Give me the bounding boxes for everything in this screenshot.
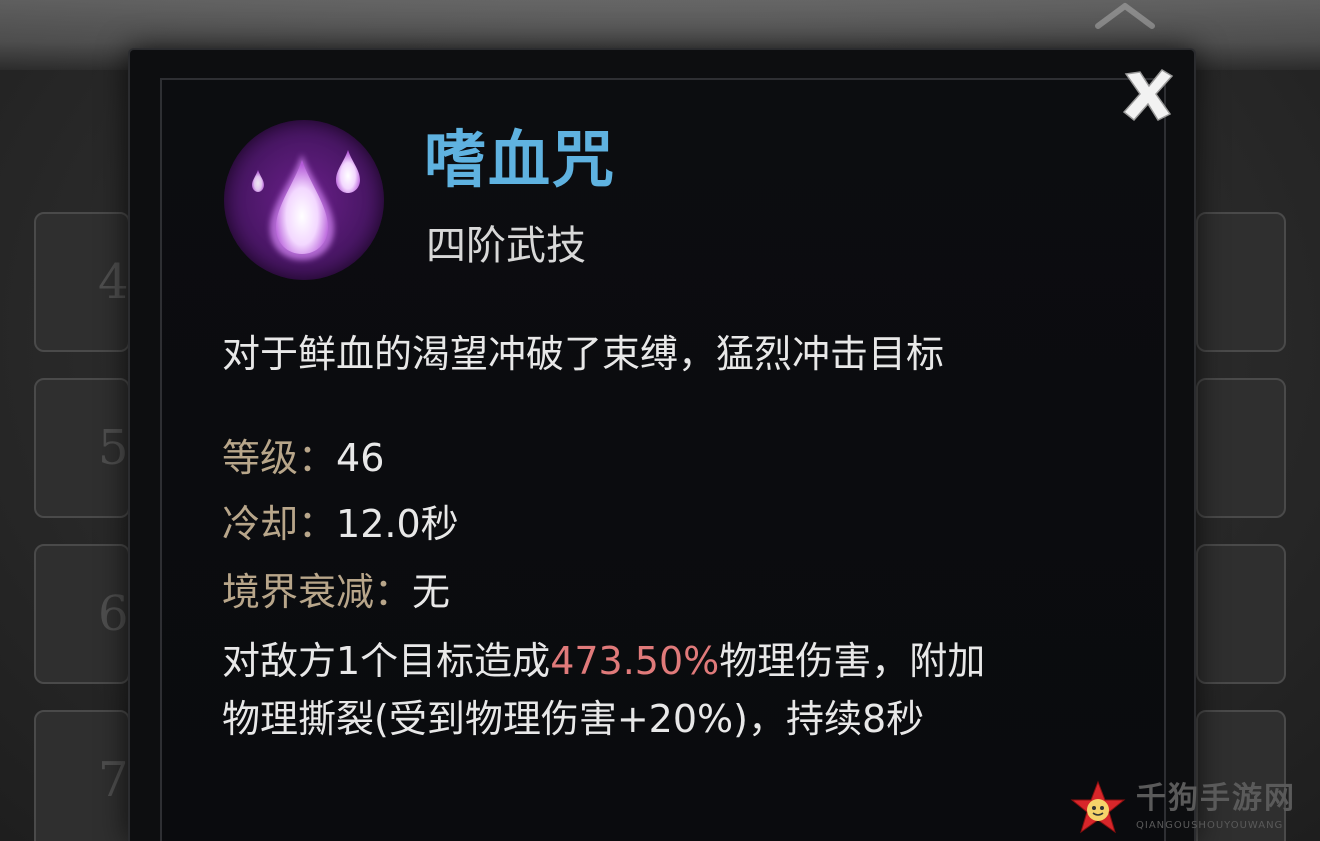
damage-percent: 473.50% [550,639,720,683]
background-slot[interactable]: 4 [34,212,130,352]
watermark-text-en: QIANGOUSHOUYOUWANG [1136,820,1284,831]
watermark: 千狗手游网 QIANGOUSHOUYOUWANG [1066,778,1316,838]
skill-description: 对于鲜血的渴望冲破了束缚，猛烈冲击目标 [222,332,945,376]
stat-value: 46 [336,436,385,480]
stat-label: 等级： [222,436,337,480]
background-slot[interactable]: 6 [34,544,130,684]
stat-value: 12.0秒 [336,502,459,546]
stat-row-realm-decay: 境界衰减：无 [222,564,450,620]
watermark-logo-icon [1070,780,1126,834]
stat-row-cooldown: 冷却：12.0秒 [222,496,459,552]
effect-line-1: 对敌方1个目标造成473.50%物理伤害，附加 [222,632,1142,690]
watermark-text-cn: 千狗手游网 [1136,781,1296,816]
close-button[interactable] [1118,64,1178,124]
background-slot-right[interactable] [1196,212,1286,352]
slot-number: 4 [98,254,129,310]
stat-label: 冷却： [222,502,337,546]
skill-rank: 四阶武技 [426,223,586,269]
background-slot[interactable]: 5 [34,378,130,518]
effect-line-2: 物理撕裂(受到物理伤害+20%)，持续8秒 [222,697,925,741]
effect-suffix: 物理伤害，附加 [719,639,986,683]
slot-number: 7 [98,752,129,808]
close-icon [1122,69,1174,122]
background-slot-right[interactable] [1196,378,1286,518]
slot-number: 6 [98,586,129,642]
skill-effect-text: 对敌方1个目标造成473.50%物理伤害，附加 物理撕裂(受到物理伤害+20%)… [222,632,1142,748]
slot-number: 5 [98,420,129,476]
stat-row-level: 等级：46 [222,430,384,486]
blood-drop-icon [252,150,360,260]
stat-label: 境界衰减： [222,570,413,614]
scroll-up-icon [1095,3,1155,29]
background-slot-right[interactable] [1196,544,1286,684]
stat-value: 无 [412,570,451,614]
skill-icon [224,120,384,280]
skill-name: 嗜血咒 [424,123,617,196]
background-slot[interactable]: 7 [34,710,130,841]
game-screen: 4 5 6 7 嗜血咒 四阶武技 对于鲜血的渴望冲破了束缚，猛烈冲击目标 等级：… [0,0,1320,841]
effect-prefix: 对敌方1个目标造成 [222,639,551,683]
